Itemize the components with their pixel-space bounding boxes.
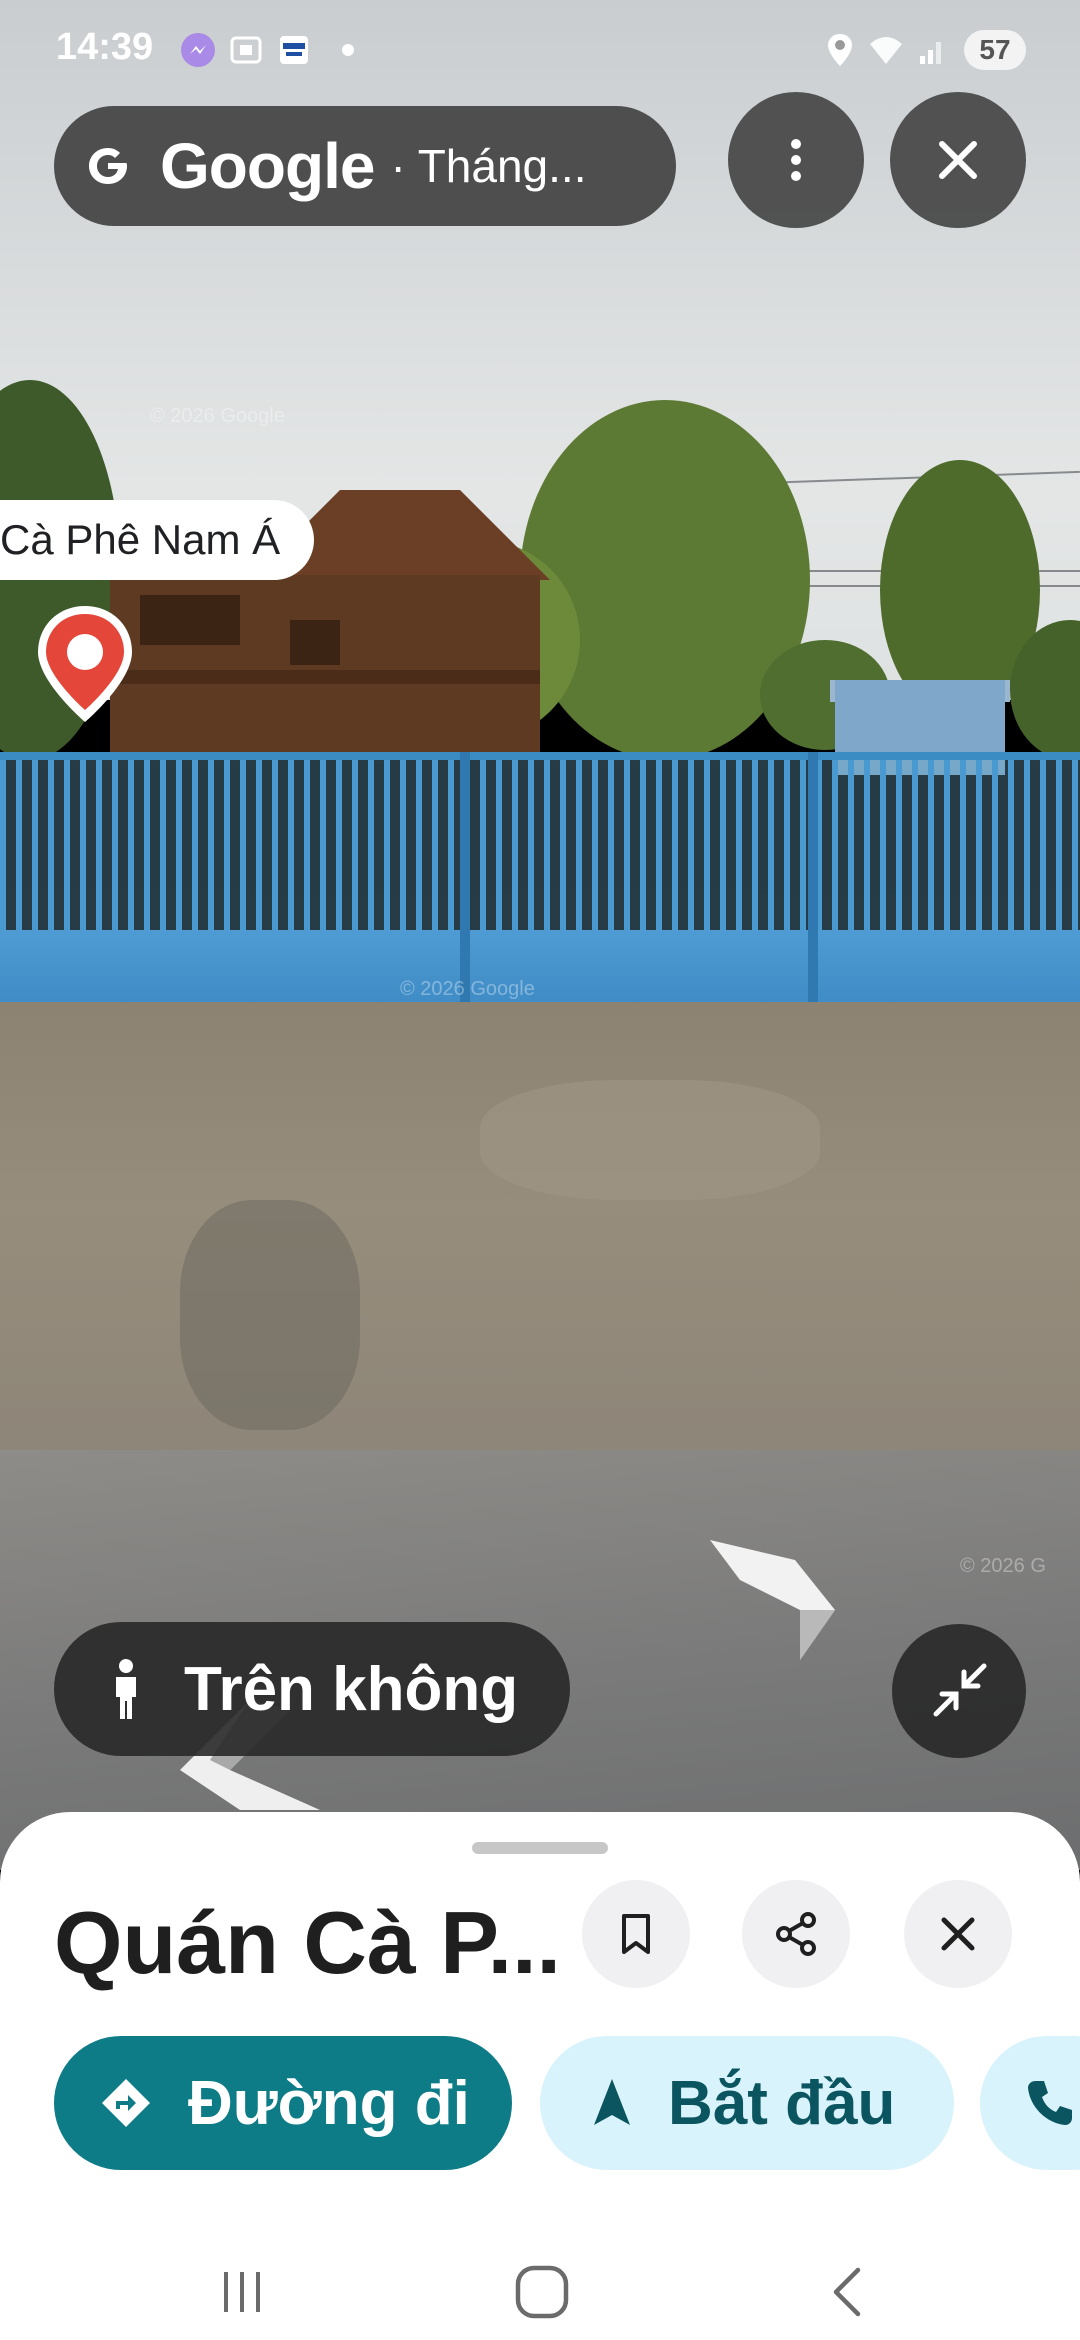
capture-date-label: · Tháng... — [390, 140, 587, 192]
view-mode-toggle[interactable]: Trên không — [54, 1622, 570, 1756]
fence-post — [460, 752, 470, 1002]
fence-rail — [0, 752, 1080, 760]
close-street-view-button[interactable] — [890, 92, 1026, 228]
directions-button[interactable]: Đường đi — [54, 2036, 512, 2170]
status-bar: 14:39 57 — [0, 0, 1080, 100]
place-bottom-sheet[interactable]: Quán Cà P... Đường đi Bắt đầu — [0, 1812, 1080, 2242]
google-g-icon — [89, 148, 127, 184]
home-icon — [515, 2265, 569, 2319]
share-icon — [776, 1912, 816, 1956]
street-view-panorama[interactable]: © 2026 Google © 2026 Google © 2026 G — [0, 0, 1080, 1870]
dot-icon — [342, 44, 354, 56]
house-balcony — [110, 670, 540, 684]
house-window — [290, 620, 340, 665]
watermark: © 2026 Google — [150, 405, 285, 427]
close-icon — [941, 1917, 975, 1951]
view-mode-label: Trên không — [184, 1654, 519, 1724]
share-button[interactable] — [742, 1880, 850, 1988]
recent-apps-icon — [224, 2272, 260, 2312]
drag-handle[interactable] — [472, 1842, 608, 1854]
blue-fence — [0, 752, 1080, 1002]
watermark: © 2026 G — [960, 1555, 1046, 1577]
back-button[interactable] — [818, 2262, 878, 2322]
battery-level: 57 — [964, 30, 1026, 70]
home-button[interactable] — [512, 2262, 572, 2322]
place-title: Quán Cà P... — [54, 1893, 561, 1992]
save-button[interactable] — [582, 1880, 690, 1988]
watermark: © 2026 Google — [400, 978, 535, 1000]
fence-base — [0, 930, 1080, 1002]
recent-apps-button[interactable] — [212, 2262, 272, 2322]
brand-label: Google — [160, 130, 375, 202]
system-navigation-bar — [0, 2242, 1080, 2340]
call-button[interactable] — [980, 2036, 1080, 2170]
close-icon — [939, 141, 977, 179]
pegman-icon — [116, 1659, 136, 1719]
location-icon — [828, 34, 852, 66]
place-marker-label[interactable]: Cà Phê Nam Á — [0, 500, 315, 580]
signal-icon — [920, 42, 941, 64]
house-window — [140, 595, 240, 645]
start-navigation-button[interactable]: Bắt đầu — [540, 2036, 954, 2170]
more-options-button[interactable] — [728, 92, 864, 228]
bookmark-icon — [622, 1914, 650, 1954]
status-time: 14:39 — [56, 26, 154, 68]
back-icon — [833, 2267, 861, 2317]
street-view-title-pill[interactable]: Google · Tháng... — [54, 106, 676, 226]
house — [110, 575, 540, 755]
messenger-icon — [181, 33, 215, 67]
more-vert-icon — [791, 139, 801, 181]
forward-nav-arrow[interactable] — [700, 1530, 840, 1670]
ground-patch — [480, 1080, 820, 1200]
collapse-icon — [933, 1663, 987, 1717]
acb-one-icon — [280, 36, 308, 64]
directions-label: Đường đi — [188, 2068, 470, 2138]
close-sheet-button[interactable] — [904, 1880, 1012, 1988]
fence-bars — [0, 760, 1080, 930]
navigation-arrow-icon — [594, 2079, 630, 2125]
directions-icon — [102, 2079, 150, 2127]
start-label: Bắt đầu — [668, 2068, 896, 2138]
map-pin-icon[interactable] — [30, 600, 140, 730]
screenshot-icon — [230, 36, 262, 64]
ground-patch — [180, 1200, 360, 1430]
wifi-icon — [870, 37, 902, 64]
phone-icon — [1028, 2081, 1072, 2125]
collapse-view-button[interactable] — [892, 1624, 1026, 1758]
screen: © 2026 Google © 2026 Google © 2026 G 14:… — [0, 0, 1080, 2340]
fence-post — [808, 752, 818, 1002]
